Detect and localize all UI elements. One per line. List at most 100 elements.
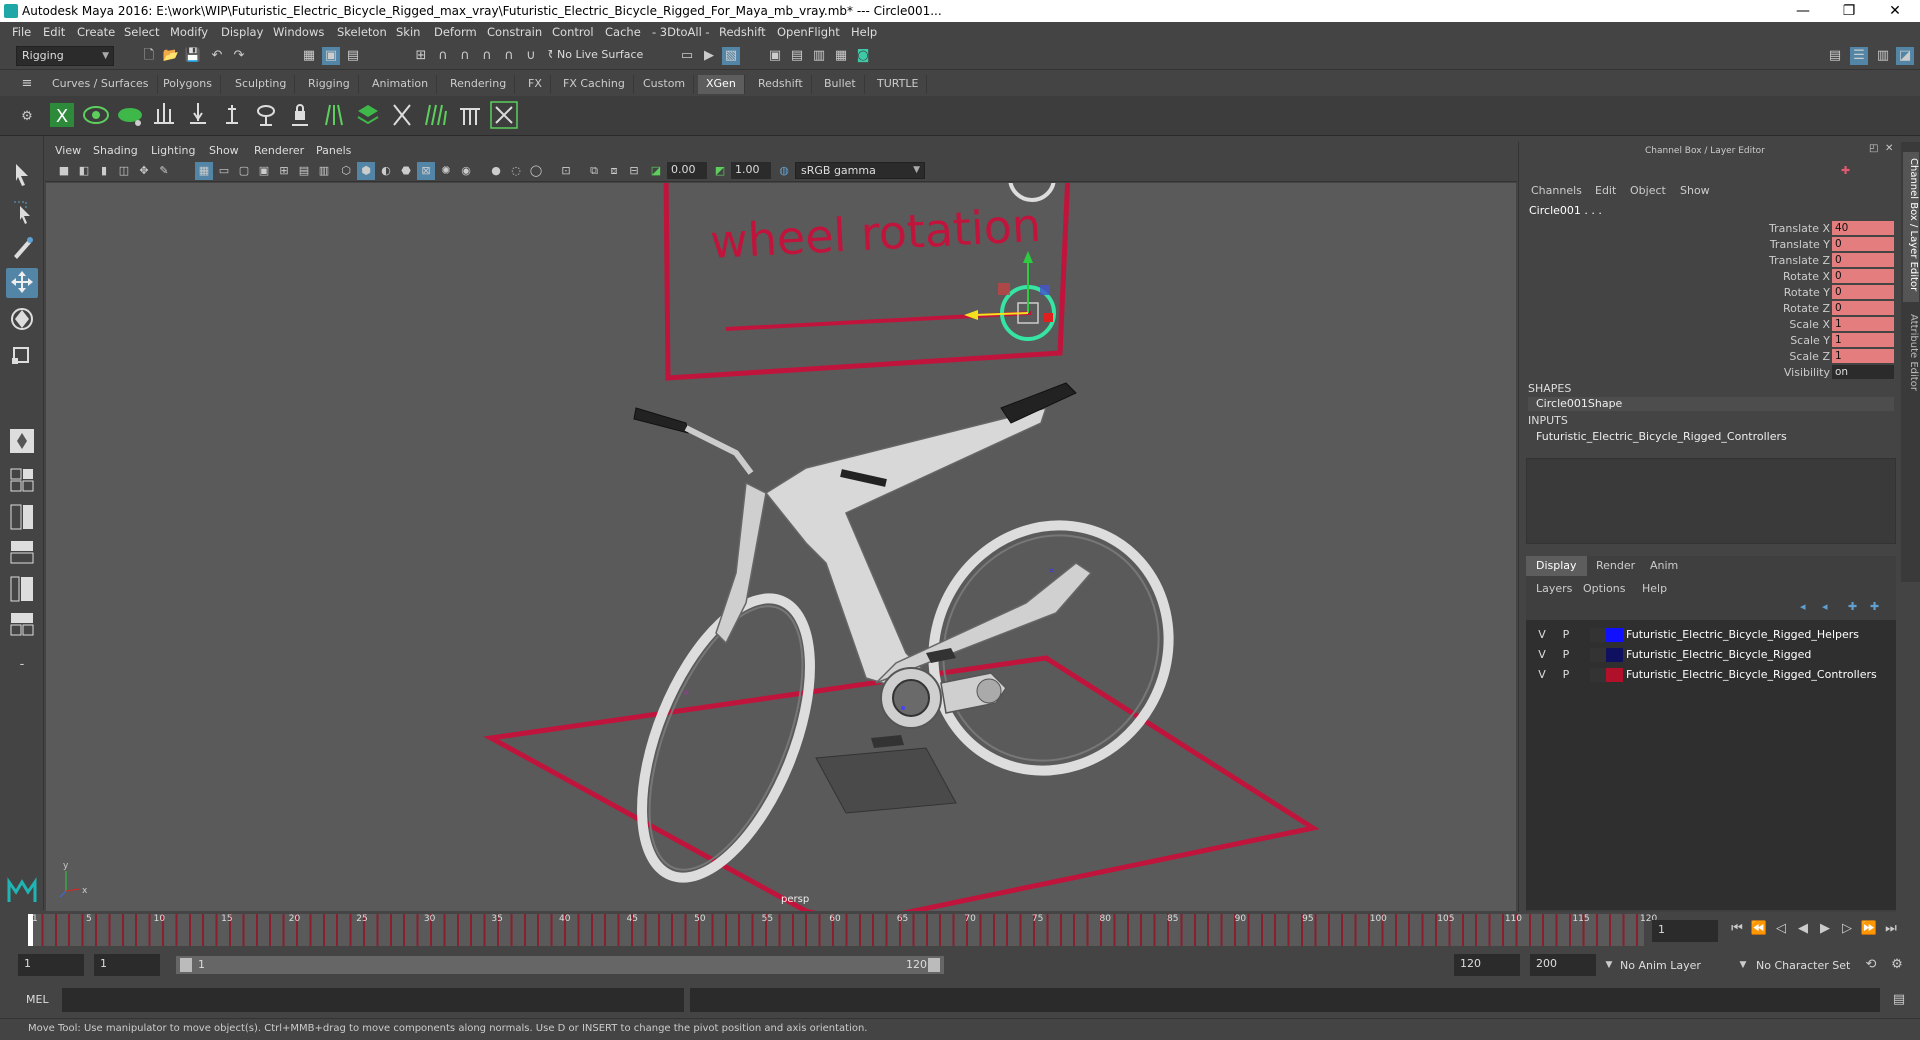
menu-constrain[interactable]: Constrain: [487, 25, 542, 39]
four-view-layout-icon[interactable]: [6, 466, 38, 496]
lasso-tool-icon[interactable]: [6, 196, 38, 226]
workspace-icon[interactable]: ▤: [1826, 47, 1844, 65]
current-frame-field[interactable]: 1: [1652, 920, 1718, 942]
side-tab-attribute-editor[interactable]: Attribute Editor: [1903, 310, 1919, 410]
wireframe-on-shaded-icon[interactable]: ◐: [377, 162, 395, 180]
layer-visibility-toggle[interactable]: V: [1534, 646, 1550, 664]
gate-mask-icon[interactable]: ▣: [255, 162, 273, 180]
xgen-layers-icon[interactable]: [354, 101, 382, 129]
scene-canvas[interactable]: wheel rotation × × y x persp: [46, 183, 1516, 911]
ipr-render-icon[interactable]: ▧: [722, 47, 740, 65]
move-layer-up-icon[interactable]: ◂: [1800, 600, 1806, 613]
scale-tool-icon[interactable]: [6, 340, 38, 370]
undo-icon[interactable]: ↶: [208, 47, 226, 65]
viewport-menu-show[interactable]: Show: [209, 144, 239, 157]
menu-control[interactable]: Control: [552, 25, 594, 39]
channel-box-key-icon[interactable]: ✚: [1841, 164, 1850, 177]
paint-select-tool-icon[interactable]: [6, 232, 38, 262]
playback-end-field[interactable]: 120: [1454, 954, 1520, 976]
xgen-modifier-icon[interactable]: [422, 101, 450, 129]
exposure-field[interactable]: 0.00: [667, 162, 707, 179]
live-surface-field[interactable]: No Live Surface: [552, 46, 652, 66]
xray-active-icon[interactable]: ⧈: [605, 162, 623, 180]
menu-help[interactable]: Help: [851, 25, 877, 39]
tab-bullet[interactable]: Bullet: [816, 75, 865, 94]
menu-3dtoall[interactable]: - 3DtoAll -: [652, 25, 710, 39]
xgen-preview-icon[interactable]: [82, 101, 110, 129]
xgen-lock-icon[interactable]: [286, 101, 314, 129]
color-space-dropdown[interactable]: sRGB gamma ▼: [795, 162, 925, 179]
gamma-icon[interactable]: ◩: [711, 162, 729, 180]
menu-display[interactable]: Display: [221, 25, 263, 39]
step-forward-frame-icon[interactable]: ▷: [1838, 920, 1856, 938]
layer-tab-render[interactable]: Render: [1586, 556, 1645, 576]
menu-set-dropdown[interactable]: Rigging ▼: [16, 46, 114, 66]
tab-fx-caching[interactable]: FX Caching: [555, 75, 634, 94]
range-start-handle[interactable]: [180, 958, 192, 972]
attr-rotate-x-field[interactable]: 0: [1832, 269, 1894, 283]
render-frame-icon[interactable]: ▶: [700, 47, 718, 65]
smooth-shade-icon[interactable]: ⬢: [357, 162, 375, 180]
film-gate-icon[interactable]: ▭: [215, 162, 233, 180]
field-chart-icon[interactable]: ⊞: [275, 162, 293, 180]
menu-redshift[interactable]: Redshift: [719, 25, 766, 39]
xgen-cut-icon[interactable]: [456, 101, 484, 129]
new-scene-icon[interactable]: 🗋: [140, 47, 158, 65]
move-y-arrow[interactable]: [1023, 251, 1033, 263]
channel-box-toggle-icon[interactable]: ☰: [1850, 47, 1868, 65]
camera-icon[interactable]: ■: [55, 162, 73, 180]
wireframe-icon[interactable]: ⬡: [337, 162, 355, 180]
layers-menu[interactable]: Layers: [1536, 582, 1572, 595]
outliner-layout-icon[interactable]: [6, 538, 38, 568]
playback-start-field[interactable]: 1: [94, 954, 160, 976]
snap-curve-icon[interactable]: ∩: [434, 47, 452, 65]
anti-alias-icon[interactable]: ◯: [527, 162, 545, 180]
minimize-button[interactable]: —: [1780, 0, 1826, 22]
attr-translate-x-field[interactable]: 40: [1832, 221, 1894, 235]
xray-icon[interactable]: ⊠: [417, 162, 435, 180]
tab-sculpting[interactable]: Sculpting: [227, 75, 296, 94]
show-menu[interactable]: Show: [1680, 184, 1710, 197]
viewport-menu-shading[interactable]: Shading: [93, 144, 138, 157]
2d-pan-zoom-icon[interactable]: ✥: [135, 162, 153, 180]
xgen-sculpt-guide-icon[interactable]: [184, 101, 212, 129]
tab-polygons[interactable]: Polygons: [155, 75, 221, 94]
time-slider[interactable]: 1 5 10 15 20 25 30 35 40 45 50 55 60 65 70 75 80 85 90 95 10…: [0, 912, 1920, 948]
textured-icon[interactable]: ⬣: [397, 162, 415, 180]
redshift-render-icon[interactable]: ▦: [832, 47, 850, 65]
chevron-down-icon[interactable]: ▼: [1734, 956, 1752, 974]
rotate-tool-icon[interactable]: [6, 304, 38, 334]
step-back-frame-icon[interactable]: ◁: [1772, 920, 1790, 938]
vray-render-icon[interactable]: ◙: [854, 47, 872, 65]
play-backward-icon[interactable]: ◀: [1794, 920, 1812, 938]
persp-outliner-layout-icon[interactable]: [6, 610, 38, 640]
range-end-handle[interactable]: [928, 958, 940, 972]
ambient-occlusion-icon[interactable]: ●: [487, 162, 505, 180]
start-time-field[interactable]: 1: [18, 954, 84, 976]
tab-curves-surfaces[interactable]: Curves / Surfaces: [44, 75, 158, 94]
render-region-icon[interactable]: ▭: [678, 47, 696, 65]
snap-grid-icon[interactable]: ⊞: [412, 47, 430, 65]
hud-icon[interactable]: ⊟: [625, 162, 643, 180]
grid-icon[interactable]: ▦: [195, 162, 213, 180]
motion-blur-icon[interactable]: ◌: [507, 162, 525, 180]
attr-rotate-z-field[interactable]: 0: [1832, 301, 1894, 315]
safe-action-icon[interactable]: ▤: [295, 162, 313, 180]
anim-layer-dropdown[interactable]: No Anim Layer: [1620, 956, 1740, 976]
render-settings-icon[interactable]: ▣: [766, 47, 784, 65]
layer-display-type[interactable]: [1590, 648, 1606, 662]
tab-redshift[interactable]: Redshift: [750, 75, 812, 94]
layer-options-menu[interactable]: Options: [1583, 582, 1625, 595]
layer-color-swatch[interactable]: [1606, 668, 1623, 682]
menu-openflight[interactable]: OpenFlight: [777, 25, 840, 39]
attr-translate-y-field[interactable]: 0: [1832, 237, 1894, 251]
move-plane-handle[interactable]: [998, 283, 1010, 295]
collapse-icon[interactable]: -: [13, 656, 31, 674]
tool-settings-toggle-icon[interactable]: ▥: [1874, 47, 1892, 65]
tab-rigging[interactable]: Rigging: [300, 75, 359, 94]
chevron-down-icon[interactable]: ▼: [1600, 956, 1618, 974]
tab-rendering[interactable]: Rendering: [442, 75, 516, 94]
perspective-viewport[interactable]: wheel rotation × × y x persp: [46, 183, 1516, 911]
shelf-options-icon[interactable]: ⚙: [18, 108, 36, 126]
render-view-icon[interactable]: ▥: [810, 47, 828, 65]
